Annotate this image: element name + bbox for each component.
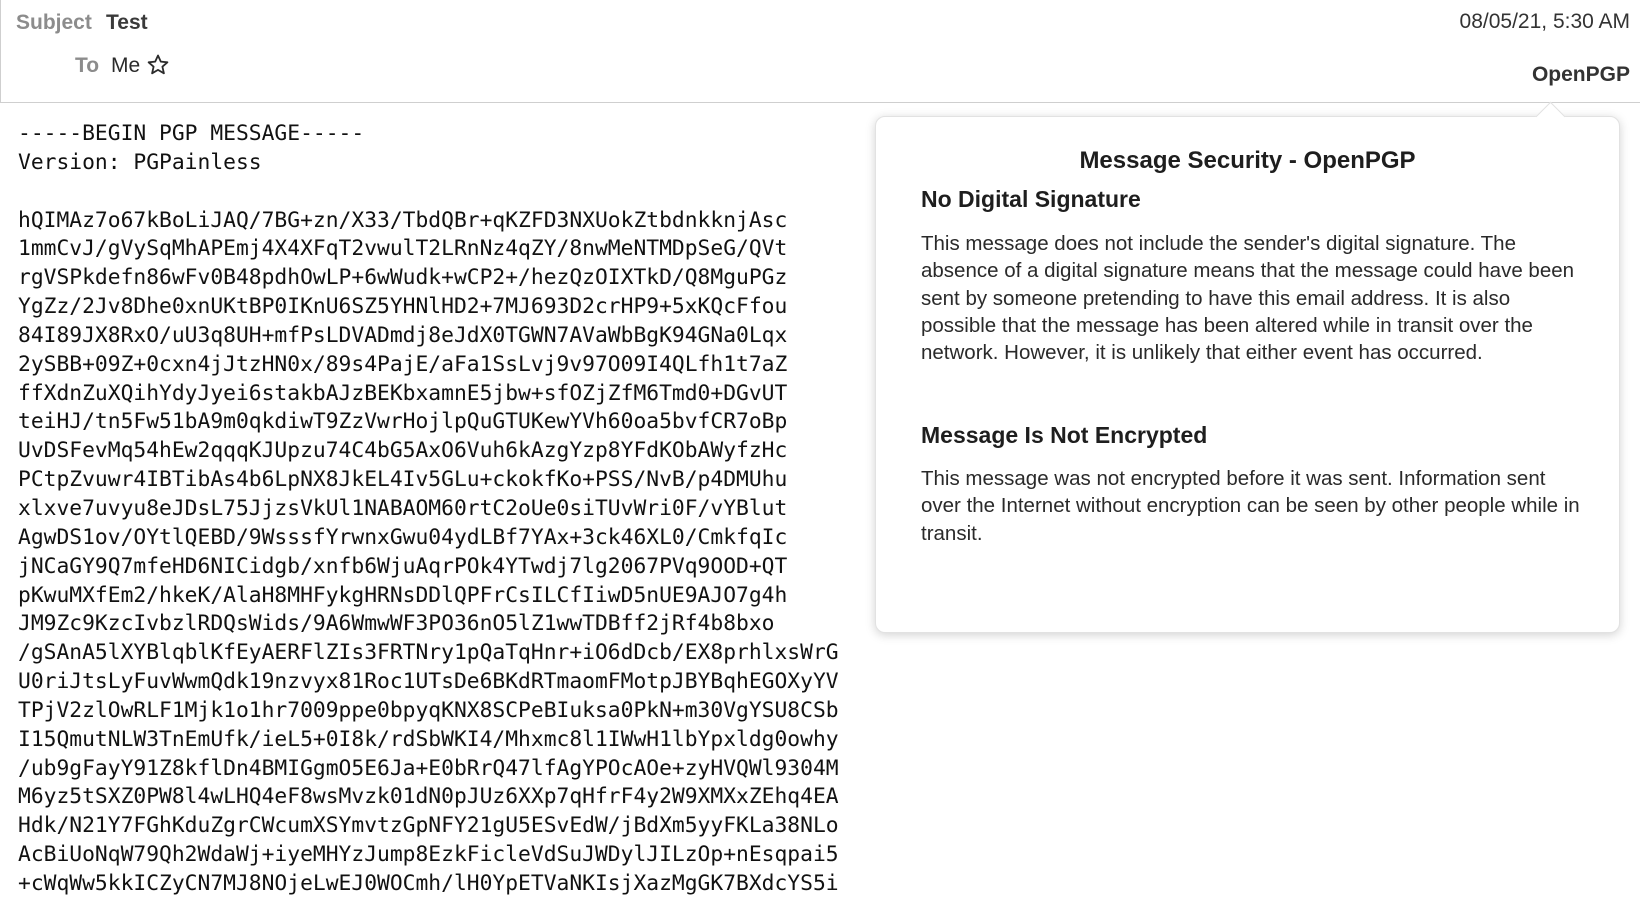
message-line: ffXdnZuXQihYdyJyei6stakbAJzBEKbxamnE5jbw… [18,380,788,406]
message-line: -----BEGIN PGP MESSAGE----- [18,121,365,146]
message-line: Version: PGPainless [18,149,262,175]
message-line: PCtpZvuwr4IBTibAs4b6LpNX8JkEL4Iv5GLu+cko… [18,467,788,493]
subject-value: Test [106,11,148,34]
message-line: pKwuMXfEm2/hkeK/AlaH8MHFykgHRNsDDlQPFrCs… [18,582,788,608]
message-line: 84I89JX8RxO/uU3q8UH+mfPsLDVADmdj8eJdX0TG… [18,322,788,348]
message-body: -----BEGIN PGP MESSAGE----- Version: PGP… [18,120,918,906]
popup-title: Message Security - OpenPGP [1079,147,1416,174]
message-line: AgwDS1ov/OYtlQEBD/9WsssfYrwnxGwu04ydLBf7… [18,524,788,550]
signature-description: This message does not include the sender… [921,232,1575,365]
message-line: U0riJtsLyFuvWwmQdk19nzvyx81Roc1UTsDe6BKd… [18,669,839,695]
message-line: M6yz5tSXZ0PW8l4wLHQ4eF8wsMvzk01dN0pJUz6X… [18,784,839,810]
message-line: /gSAnA5lXYBlqblKfEyAERFlZIs3FRTNry1pQaTq… [18,640,839,666]
encryption-heading: Message Is Not Encrypted [921,422,1208,448]
to-label: To [75,54,100,77]
subject-label: Subject [16,11,92,34]
signature-heading: No Digital Signature [921,186,1141,212]
message-line: 1mmCvJ/gVySqMhAPEmj4X4XFqT2vwulT2LRnNz4q… [18,236,788,262]
message-line: AcBiUoNqW79Qh2WdaWj+iyeMHYzJump8EzkFicle… [18,842,839,868]
to-recipient[interactable]: Me [111,54,140,78]
message-line: /ub9gFayY91Z8kflDn4BMIGgmO5E6Ja+E0bRrQ47… [18,755,839,781]
encryption-description: This message was not encrypted before it… [921,467,1580,545]
message-line: jNCaGY9Q7mfeHD6NICidgb/xnfb6WjuAqrPOk4YT… [18,553,788,579]
message-line: teiHJ/tn5Fw51bA9m0qkdiwT9ZzVwrHojlpQuGTU… [18,409,788,435]
message-line: rgVSPkdefn86wFv0B48pdhOwLP+6wWudk+wCP2+/… [18,265,788,291]
message-line: hQIMAz7o67kBoLiJAQ/7BG+zn/X33/TbdQBr+qKZ… [18,207,788,233]
message-line: UvDSFevMq54hEw2qqqKJUpzu74C4bG5AxO6Vuh6k… [18,438,788,464]
openpgp-security-button[interactable]: OpenPGP [1532,63,1630,87]
star-icon[interactable] [146,53,170,77]
message-line: I15QmutNLW3TnEmUfk/ieL5+0I8k/rdSbWKI4/Mh… [18,726,839,752]
message-line: JM9Zc9KzcIvbzlRDQsWids/9A6WmwWF3PO36nO5l… [18,611,775,637]
message-line: YgZz/2Jv8Dhe0xnUKtBP0IKnU6SZ5YHNlHD2+7MJ… [18,294,788,320]
message-line: +cWqWw5kkICZyCN7MJ8NOjeLwEJ0WOCmh/lH0YpE… [18,870,839,896]
message-line: 2ySBB+09Z+0cxn4jJtzHN0x/89s4PajE/aFa1SsL… [18,351,788,377]
message-header: Subject Test To Me 08/05/21, 5:30 AM Ope… [0,0,1640,103]
popup-arrow [1535,101,1566,132]
message-date: 08/05/21, 5:30 AM [1459,10,1630,33]
message-line: TPjV2zlOwRLF1Mjk1o1hr7009ppe0bpyqKNX8SCP… [18,697,839,723]
message-security-popup: Message Security - OpenPGP No Digital Si… [875,101,1620,633]
message-line: Hdk/N21Y7FGhKduZgrCWcumXSYmvtzGpNFY21gU5… [18,813,839,839]
message-line: xlxve7uvyu8eJDsL75JjzsVkUl1NABAOM60rtC2o… [18,495,788,521]
